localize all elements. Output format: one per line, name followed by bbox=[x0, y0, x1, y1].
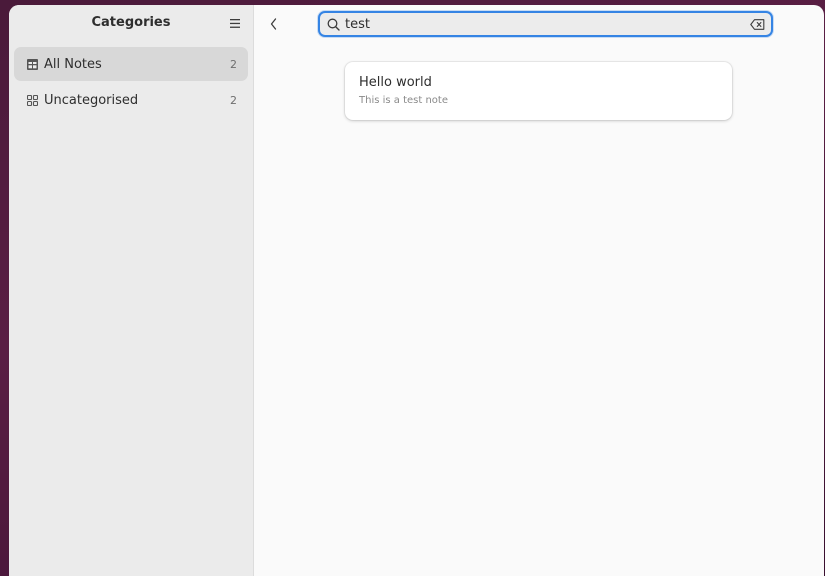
sidebar-item-count: 2 bbox=[230, 93, 237, 107]
search-bar[interactable] bbox=[318, 11, 773, 37]
note-card[interactable]: Hello world This is a test note bbox=[345, 62, 732, 120]
category-list: All Notes 2 Uncategorised 2 bbox=[9, 43, 253, 123]
main-content: Hello world This is a test note bbox=[254, 5, 824, 576]
clear-search-icon[interactable] bbox=[749, 17, 765, 31]
menu-button[interactable] bbox=[225, 13, 245, 33]
sidebar: Categories All Notes 2 Uncategorised 2 bbox=[9, 5, 254, 576]
sidebar-header: Categories bbox=[9, 5, 253, 43]
sidebar-item-label: Uncategorised bbox=[44, 92, 139, 108]
sidebar-title: Categories bbox=[91, 15, 171, 30]
hamburger-menu-icon bbox=[230, 18, 240, 28]
chevron-left-icon bbox=[270, 18, 276, 30]
sidebar-item-count: 2 bbox=[230, 57, 237, 71]
note-title: Hello world bbox=[359, 75, 432, 90]
sidebar-item-label: All Notes bbox=[44, 56, 102, 72]
back-button[interactable] bbox=[264, 13, 282, 35]
note-preview: This is a test note bbox=[359, 95, 448, 106]
search-icon bbox=[326, 17, 340, 31]
all-notes-icon bbox=[26, 58, 38, 70]
app-window: Categories All Notes 2 Uncategorised 2 t… bbox=[9, 5, 824, 576]
grid-icon bbox=[26, 94, 38, 106]
sidebar-item-all-notes[interactable]: All Notes 2 bbox=[14, 47, 248, 81]
sidebar-item-uncategorised[interactable]: Uncategorised 2 bbox=[14, 83, 248, 117]
search-input[interactable] bbox=[345, 16, 749, 32]
